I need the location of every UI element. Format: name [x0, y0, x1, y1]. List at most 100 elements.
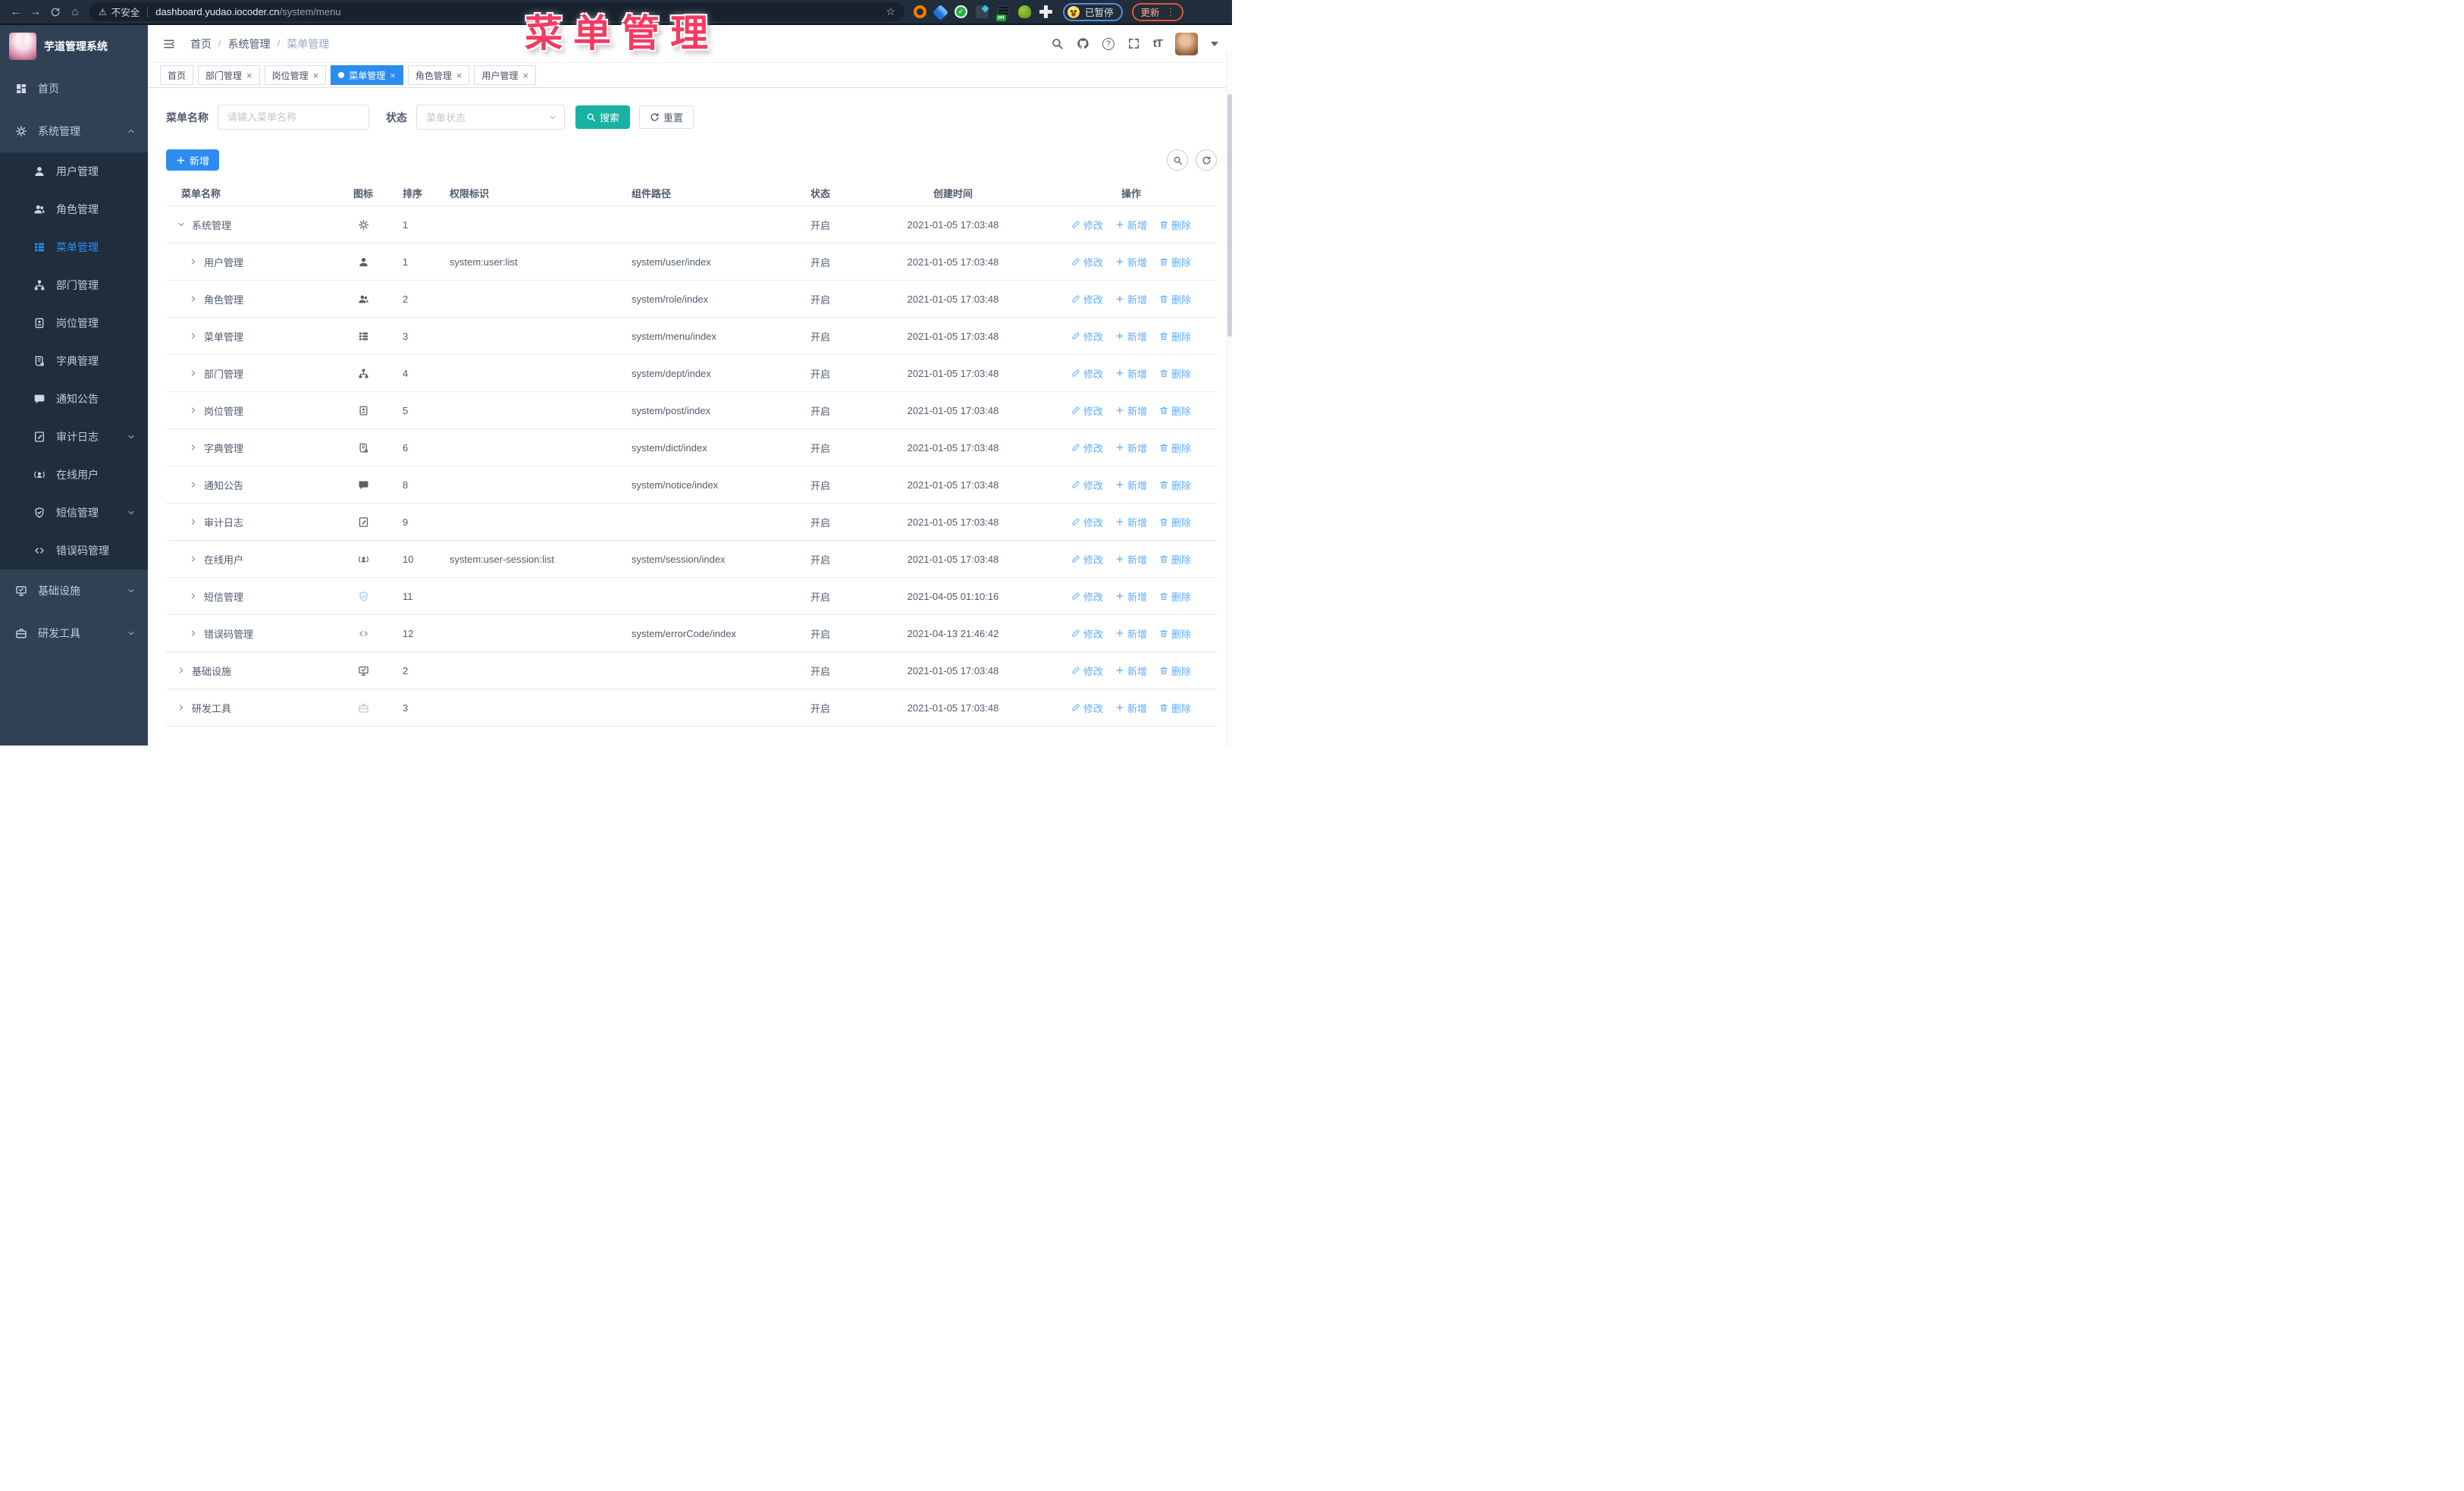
expand-chevron-icon[interactable] — [177, 703, 186, 712]
search-button[interactable]: 搜索 — [575, 105, 631, 129]
tab-close-icon[interactable]: × — [313, 71, 319, 80]
expand-chevron-icon[interactable] — [189, 517, 198, 526]
sidebar-item-badge[interactable]: 岗位管理 — [0, 304, 148, 342]
sidebar-logo[interactable]: 芋道管理系统 — [0, 25, 148, 67]
table-row[interactable]: 系统管理 1 开启 2021-01-05 17:03:48 修改 新增 删除 — [166, 206, 1217, 243]
sidebar-item-toolbox[interactable]: 研发工具 — [0, 612, 148, 654]
tab[interactable]: 岗位管理 × — [264, 65, 327, 85]
sidebar-item-log[interactable]: 审计日志 — [0, 418, 148, 456]
add-child-link[interactable]: 新增 — [1115, 366, 1147, 381]
delete-link[interactable]: 删除 — [1159, 626, 1191, 641]
extension-gem-icon[interactable] — [932, 4, 949, 20]
sidebar-item-menu-table[interactable]: 菜单管理 — [0, 228, 148, 266]
edit-link[interactable]: 修改 — [1071, 664, 1103, 678]
delete-link[interactable]: 删除 — [1159, 366, 1191, 381]
expand-chevron-icon[interactable] — [177, 666, 186, 675]
table-row[interactable]: 字典管理 6 system/dict/index 开启 2021-01-05 1… — [166, 429, 1217, 466]
tab-close-icon[interactable]: × — [246, 71, 252, 80]
security-warning-icon[interactable]: ⚠ — [99, 7, 107, 17]
toggle-search-button[interactable] — [1167, 149, 1188, 171]
expand-chevron-icon[interactable] — [189, 480, 198, 489]
tab[interactable]: 部门管理 × — [198, 65, 260, 85]
table-row[interactable]: 用户管理 1 system:user:list system/user/inde… — [166, 243, 1217, 281]
add-child-link[interactable]: 新增 — [1115, 329, 1147, 344]
browser-forward-icon[interactable]: → — [26, 3, 45, 21]
delete-link[interactable]: 删除 — [1159, 478, 1191, 492]
breadcrumb-system[interactable]: 系统管理 — [228, 36, 271, 52]
scrollbar-thumb[interactable] — [1227, 94, 1232, 337]
add-child-link[interactable]: 新增 — [1115, 701, 1147, 715]
browser-home-icon[interactable]: ⌂ — [65, 3, 85, 21]
delete-link[interactable]: 删除 — [1159, 218, 1191, 232]
sidebar-toggle-icon[interactable] — [161, 38, 177, 50]
table-row[interactable]: 短信管理 11 开启 2021-04-05 01:10:16 修改 新增 删除 — [166, 578, 1217, 615]
sidebar-item-online[interactable]: 在线用户 — [0, 456, 148, 494]
edit-link[interactable]: 修改 — [1071, 292, 1103, 306]
breadcrumb-home[interactable]: 首页 — [190, 36, 212, 52]
add-button[interactable]: 新增 — [166, 149, 220, 171]
delete-link[interactable]: 删除 — [1159, 552, 1191, 567]
extension-grid-icon[interactable] — [976, 5, 989, 18]
delete-link[interactable]: 删除 — [1159, 515, 1191, 529]
tab-close-icon[interactable]: × — [522, 71, 528, 80]
help-icon[interactable]: ? — [1102, 37, 1114, 50]
add-child-link[interactable]: 新增 — [1115, 552, 1147, 567]
sidebar-item-monitor[interactable]: 基础设施 — [0, 570, 148, 612]
expand-chevron-icon[interactable] — [189, 554, 198, 563]
expand-chevron-icon[interactable] — [189, 592, 198, 601]
menu-name-input[interactable] — [218, 105, 369, 130]
sidebar-item-message[interactable]: 通知公告 — [0, 380, 148, 418]
extension-donut-icon[interactable] — [914, 5, 926, 18]
add-child-link[interactable]: 新增 — [1115, 589, 1147, 604]
edit-link[interactable]: 修改 — [1071, 552, 1103, 567]
sidebar-item-shield[interactable]: 短信管理 — [0, 494, 148, 532]
tab-close-icon[interactable]: × — [390, 71, 396, 80]
edit-link[interactable]: 修改 — [1071, 478, 1103, 492]
add-child-link[interactable]: 新增 — [1115, 626, 1147, 641]
tab[interactable]: 用户管理 × — [474, 65, 537, 85]
sidebar-item-tree[interactable]: 部门管理 — [0, 266, 148, 304]
user-menu-caret-icon[interactable] — [1211, 41, 1218, 46]
edit-link[interactable]: 修改 — [1071, 589, 1103, 604]
expand-chevron-icon[interactable] — [189, 406, 198, 415]
table-row[interactable]: 岗位管理 5 system/post/index 开启 2021-01-05 1… — [166, 392, 1217, 429]
edit-link[interactable]: 修改 — [1071, 701, 1103, 715]
browser-update-button[interactable]: 更新 ⋮ — [1131, 2, 1183, 21]
tab[interactable]: 角色管理 × — [407, 65, 470, 85]
table-row[interactable]: 研发工具 3 开启 2021-01-05 17:03:48 修改 新增 删除 — [166, 689, 1217, 727]
sidebar-item-users[interactable]: 角色管理 — [0, 190, 148, 228]
edit-link[interactable]: 修改 — [1071, 626, 1103, 641]
sidebar-item-code[interactable]: 错误码管理 — [0, 532, 148, 570]
tab[interactable]: 首页 — [160, 65, 194, 85]
extension-switch-icon[interactable]: on — [996, 5, 1010, 21]
table-row[interactable]: 菜单管理 3 system/menu/index 开启 2021-01-05 1… — [166, 318, 1217, 355]
add-child-link[interactable]: 新增 — [1115, 255, 1147, 269]
edit-link[interactable]: 修改 — [1071, 329, 1103, 344]
sidebar-item-user[interactable]: 用户管理 — [0, 152, 148, 190]
extensions-puzzle-icon[interactable] — [1039, 5, 1052, 18]
edit-link[interactable]: 修改 — [1071, 441, 1103, 455]
delete-link[interactable]: 删除 — [1159, 441, 1191, 455]
add-child-link[interactable]: 新增 — [1115, 515, 1147, 529]
profile-paused-badge[interactable]: 已暂停 — [1063, 2, 1123, 21]
edit-link[interactable]: 修改 — [1071, 255, 1103, 269]
table-row[interactable]: 在线用户 10 system:user-session:list system/… — [166, 541, 1217, 578]
delete-link[interactable]: 删除 — [1159, 589, 1191, 604]
edit-link[interactable]: 修改 — [1071, 218, 1103, 232]
browser-back-icon[interactable]: ← — [6, 3, 26, 21]
table-row[interactable]: 角色管理 2 system/role/index 开启 2021-01-05 1… — [166, 281, 1217, 318]
add-child-link[interactable]: 新增 — [1115, 403, 1147, 418]
table-row[interactable]: 通知公告 8 system/notice/index 开启 2021-01-05… — [166, 466, 1217, 504]
user-avatar[interactable] — [1175, 32, 1198, 55]
expand-chevron-icon[interactable] — [189, 331, 198, 341]
expand-chevron-icon[interactable] — [177, 220, 186, 229]
reset-button[interactable]: 重置 — [639, 105, 694, 129]
add-child-link[interactable]: 新增 — [1115, 478, 1147, 492]
delete-link[interactable]: 删除 — [1159, 329, 1191, 344]
edit-link[interactable]: 修改 — [1071, 515, 1103, 529]
sidebar-item-gear[interactable]: 系统管理 — [0, 110, 148, 152]
delete-link[interactable]: 删除 — [1159, 292, 1191, 306]
extension-check-icon[interactable] — [955, 5, 967, 18]
edit-link[interactable]: 修改 — [1071, 403, 1103, 418]
search-icon[interactable] — [1051, 37, 1064, 50]
